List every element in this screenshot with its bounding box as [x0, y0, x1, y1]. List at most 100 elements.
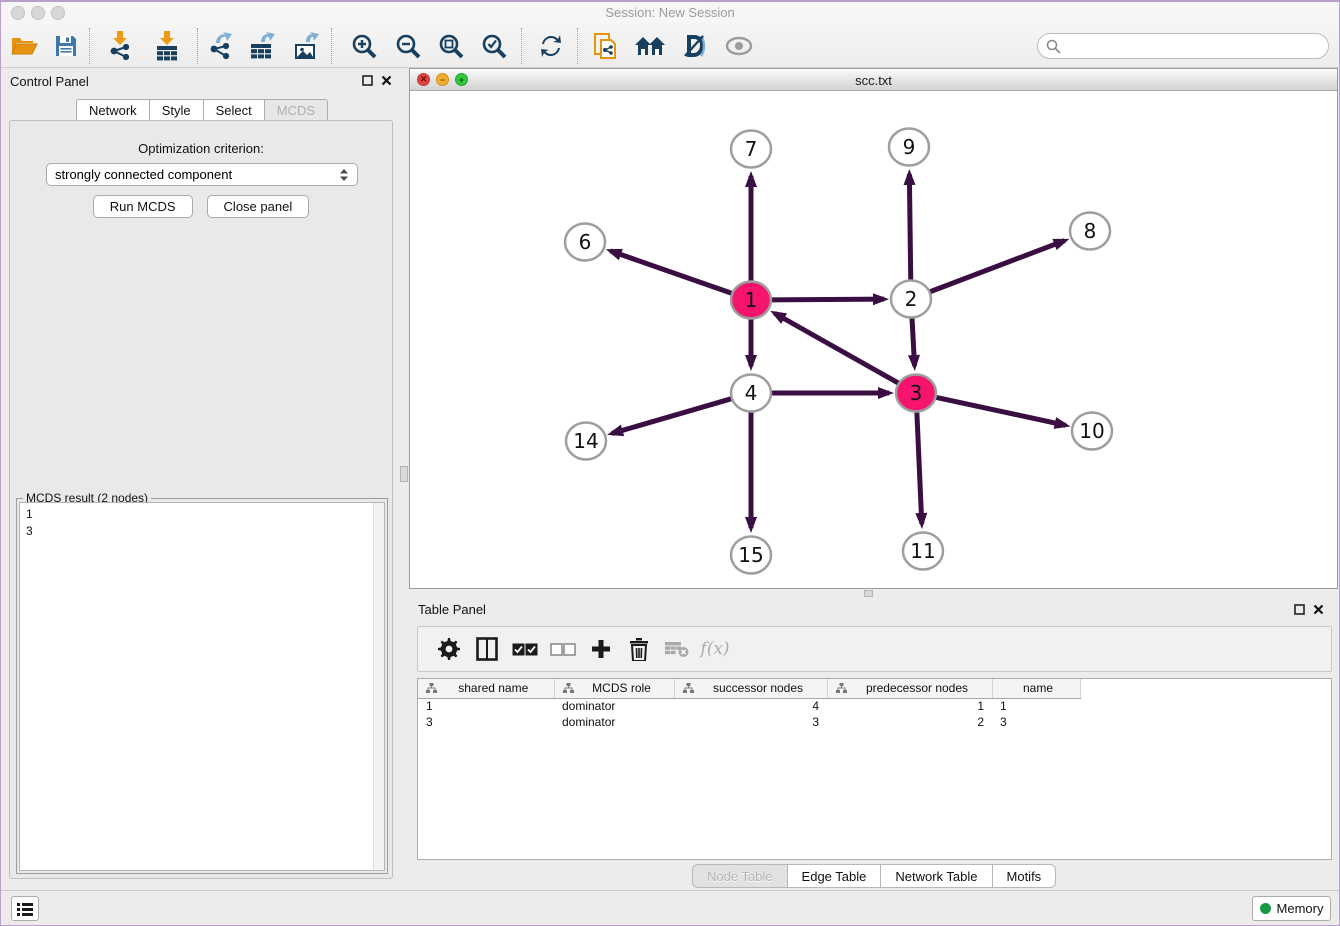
tab-mcds[interactable]: MCDS [264, 99, 328, 121]
toggle-style-icon[interactable] [676, 31, 712, 61]
add-row-icon[interactable] [582, 632, 620, 666]
graph-edge-1-2[interactable] [770, 299, 884, 300]
column-successor-nodes[interactable]: successor nodes [674, 679, 827, 698]
column-mcds-role[interactable]: MCDS role [554, 679, 674, 698]
hierarchy-icon [426, 683, 437, 694]
refresh-view-icon[interactable] [533, 31, 569, 61]
table-row[interactable]: 3dominator323 [418, 714, 1331, 730]
criterion-select[interactable]: strongly connected component [46, 163, 358, 186]
graph-node-label: 14 [573, 429, 598, 453]
graph-node-label: 3 [910, 381, 923, 405]
result-scrollbar[interactable] [373, 503, 384, 870]
tab-motifs[interactable]: Motifs [992, 864, 1057, 888]
table-tabs: Node Table Edge Table Network Table Moti… [692, 864, 1056, 888]
toolbar-separator [521, 28, 522, 64]
tab-node-table[interactable]: Node Table [692, 864, 788, 888]
memory-button[interactable]: Memory [1252, 896, 1331, 921]
settings-gear-icon[interactable] [430, 632, 468, 666]
close-table-panel-icon[interactable] [1313, 604, 1324, 615]
graph-edge-3-10[interactable] [935, 397, 1066, 425]
toolbar-separator [89, 28, 90, 64]
column-name[interactable]: name [992, 679, 1080, 698]
graph-edge-2-9[interactable] [909, 174, 910, 280]
search-input[interactable] [1067, 36, 1328, 56]
table-cell[interactable]: 4 [674, 698, 827, 714]
task-history-button[interactable] [11, 896, 39, 921]
window-title: Session: New Session [1, 5, 1339, 20]
import-table-icon[interactable] [149, 31, 185, 61]
graph-edge-1-6[interactable] [610, 251, 733, 294]
function-builder-icon[interactable]: f(x) [696, 632, 734, 666]
deselect-all-icon[interactable] [544, 632, 582, 666]
zoom-in-icon[interactable] [346, 31, 382, 61]
tab-edge-table[interactable]: Edge Table [787, 864, 882, 888]
application-window: Session: New Session [0, 0, 1340, 926]
table-cell[interactable]: dominator [554, 698, 674, 714]
tab-network-table[interactable]: Network Table [880, 864, 992, 888]
network-graph[interactable]: 7968124314101511 [410, 91, 1337, 588]
export-image-icon[interactable] [289, 31, 325, 61]
zoom-out-icon[interactable] [390, 31, 426, 61]
network-window: ✕ − + scc.txt 7968124314101511 [409, 68, 1338, 589]
open-session-icon[interactable] [6, 31, 42, 61]
float-table-panel-icon[interactable] [1294, 604, 1305, 615]
column-predecessor-nodes[interactable]: predecessor nodes [827, 679, 992, 698]
save-session-icon[interactable] [48, 31, 84, 61]
export-table-icon[interactable] [245, 31, 281, 61]
table-cell[interactable]: 2 [827, 714, 992, 730]
control-panel: Control Panel Network Style Select MCDS … [1, 68, 402, 884]
table-cell[interactable] [1080, 698, 1331, 714]
list-icon [17, 902, 33, 916]
hierarchy-icon [563, 683, 574, 694]
close-panel-button[interactable]: Close panel [207, 195, 310, 218]
show-column-icon[interactable] [468, 632, 506, 666]
graph-node-label: 10 [1079, 419, 1104, 443]
table-cell[interactable]: 1 [418, 698, 554, 714]
mcds-result-area[interactable]: 1 3 [19, 502, 385, 871]
vertical-splitter-grip[interactable] [400, 466, 408, 482]
column-shared-name[interactable]: shared name [418, 679, 554, 698]
graph-edge-3-1[interactable] [775, 313, 900, 383]
network-window-title: scc.txt [410, 73, 1337, 88]
run-mcds-button[interactable]: Run MCDS [93, 195, 193, 218]
tab-style[interactable]: Style [149, 99, 204, 121]
horizontal-splitter-grip[interactable] [864, 590, 873, 597]
select-all-icon[interactable] [506, 632, 544, 666]
zoom-fit-icon[interactable] [433, 31, 469, 61]
table-cell[interactable]: 3 [418, 714, 554, 730]
optimization-criterion-label: Optimization criterion: [10, 141, 392, 156]
mcds-panel: Optimization criterion: strongly connect… [9, 120, 393, 879]
zoom-selected-icon[interactable] [476, 31, 512, 61]
close-panel-icon[interactable] [381, 75, 392, 86]
table-cell[interactable]: dominator [554, 714, 674, 730]
tab-select[interactable]: Select [203, 99, 265, 121]
node-table[interactable]: shared name MCDS role successor nodes pr… [417, 678, 1332, 860]
table-row[interactable]: 1dominator411 [418, 698, 1331, 714]
delete-row-icon[interactable] [620, 632, 658, 666]
float-panel-icon[interactable] [362, 75, 373, 86]
main-toolbar [1, 24, 1339, 68]
table-cell[interactable]: 1 [992, 698, 1080, 714]
import-network-icon[interactable] [102, 31, 138, 61]
network-window-titlebar[interactable]: ✕ − + scc.txt [410, 69, 1337, 91]
graph-edge-2-3[interactable] [912, 318, 915, 366]
clone-network-icon[interactable] [588, 31, 624, 61]
memory-status-icon [1260, 903, 1271, 914]
graph-edge-3-11[interactable] [917, 412, 922, 524]
graph-node-label: 1 [745, 288, 758, 312]
table-toolbar: f(x) [417, 626, 1332, 672]
table-cell[interactable] [1080, 714, 1331, 730]
network-canvas[interactable]: 7968124314101511 [410, 91, 1337, 588]
mcds-result-group: MCDS result (2 nodes) 1 3 [16, 498, 388, 874]
tab-network[interactable]: Network [76, 99, 150, 121]
table-cell[interactable]: 1 [827, 698, 992, 714]
graph-edge-2-8[interactable] [929, 241, 1065, 293]
home-icon[interactable] [632, 31, 668, 61]
table-cell[interactable]: 3 [674, 714, 827, 730]
export-network-icon[interactable] [202, 31, 238, 61]
delete-table-icon[interactable] [658, 632, 696, 666]
graph-edge-4-14[interactable] [612, 398, 733, 433]
eye-icon[interactable] [721, 31, 757, 61]
table-cell[interactable]: 3 [992, 714, 1080, 730]
search-field[interactable] [1037, 33, 1329, 59]
